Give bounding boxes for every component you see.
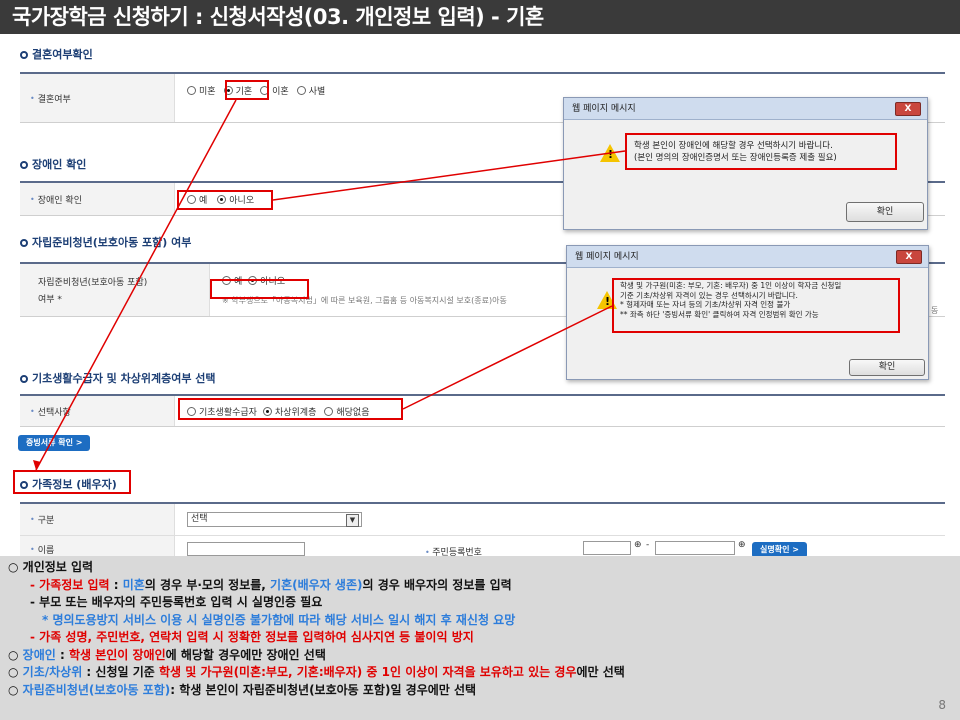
page-number: 8 [938,698,946,712]
youth-label: 자립준비청년(보호아동 포함) 여부 * [20,264,210,316]
note-line: ○ 자립준비청년(보호아동 포함): 학생 본인이 자립준비청년(보호아동 포함… [8,682,477,697]
marriage-label: • 결혼여부 [20,74,175,122]
note-line: * 명의도용방지 서비스 이용 시 실명인증 불가함에 따라 해당 서비스 일시… [42,612,516,627]
warning-icon: ! [600,144,620,162]
section-bullet-icon [20,239,28,247]
radio-unmarried[interactable]: 미혼 [187,84,216,97]
highlight-disability [177,190,273,210]
note-line: ○ 기초/차상위 : 신청일 기준 학생 및 가구원(미혼:부모, 기혼:배우자… [8,665,625,679]
ok-button[interactable]: 확인 [849,359,925,376]
section-title-family: 가족정보 (배우자) [20,476,117,492]
highlight-dialog2-message [612,278,900,333]
rrn-dash: - [646,540,650,550]
note-line: ○ 장애인 : 학생 본인이 장애인에 해당할 경우에만 장애인 선택 [8,647,326,662]
note-line: - 가족 성명, 주민번호, 연락처 입력 시 정확한 정보를 입력하여 심사지… [30,630,474,644]
basic-table: • 선택사항 기초생활수급자 차상위계층 해당없음 [20,394,945,427]
section-bullet-icon [20,375,28,383]
note-line: ○ 개인정보 입력 [8,560,94,574]
rrn-second-input[interactable] [655,541,735,555]
disability-label: • 장애인 확인 [20,183,175,215]
document-check-button[interactable]: 증빙서류 확인 > [18,435,91,451]
highlight-youth [210,279,309,299]
family-name-field [175,542,305,556]
highlight-dialog1-message [625,133,897,170]
section-bullet-icon [20,51,28,59]
section-title-marriage: 결혼여부확인 [20,46,93,62]
lock-icon: ⊕ [634,540,642,550]
family-type-select[interactable]: 선택 [187,512,362,527]
youth-note-tail: 동 [931,306,939,315]
family-type-row: • 구분 선택 [20,504,945,536]
section-title-youth: 자립준비청년(보호아동 포함) 여부 [20,234,191,250]
highlight-basic [178,398,403,420]
notes-panel: ○ 개인정보 입력 - 가족정보 입력 : 미혼의 경우 부·모의 정보를, 기… [0,556,960,720]
lock-icon: ⊕ [738,540,746,550]
rrn-first-input[interactable] [583,541,631,555]
dialog-title: 웹 페이지 메시지 [567,246,928,268]
close-icon[interactable]: X [895,102,921,116]
family-type-label: • 구분 [20,504,175,535]
note-line: - 가족정보 입력 : 미혼의 경우 부·모의 정보를, 기혼(배우자 생존)의… [30,577,512,592]
section-title-disability: 장애인 확인 [20,156,86,172]
section-title-basic: 기초생활수급자 및 차상위계층여부 선택 [20,370,216,386]
section-bullet-icon [20,161,28,169]
page-title: 국가장학금 신청하기 : 신청서작성(03. 개인정보 입력) - 기혼 [0,0,960,34]
family-name-input[interactable] [187,542,305,556]
radio-widowed[interactable]: 사별 [296,84,325,97]
note-line: - 부모 또는 배우자의 주민등록번호 입력 시 실명인증 필요 [30,595,323,609]
section-bullet-icon [20,481,28,489]
basic-label: • 선택사항 [20,396,175,426]
close-icon[interactable]: X [896,250,922,264]
dialog-title: 웹 페이지 메시지 [564,98,927,120]
highlight-married [225,80,269,100]
arrow-head-icon [33,460,41,470]
family-type-field: 선택 [175,512,362,527]
basic-row: • 선택사항 기초생활수급자 차상위계층 해당없음 [20,396,945,426]
ok-button[interactable]: 확인 [846,202,924,222]
